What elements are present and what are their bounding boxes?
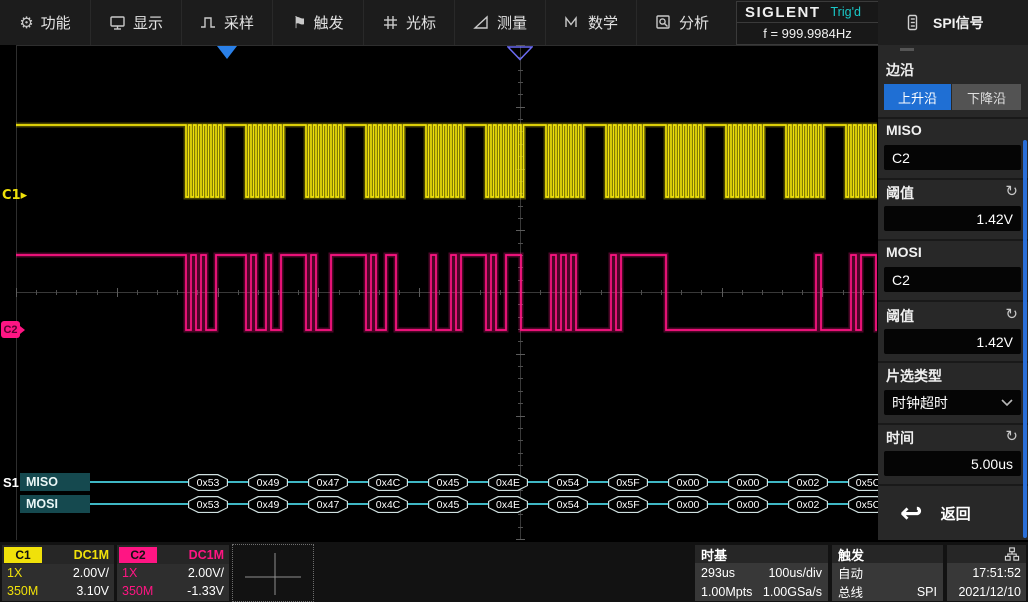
timebase-scale: 100us/div — [768, 566, 822, 580]
list-icon — [904, 14, 921, 31]
cs-type-label: 片选类型 — [886, 366, 942, 386]
refresh-icon[interactable]: ↻ — [1005, 182, 1018, 200]
decode-bubble: 0x4E — [488, 496, 528, 513]
c1-vdiv: 2.00V/ — [73, 566, 109, 580]
panel-scrollbar[interactable] — [1023, 140, 1027, 538]
c1-channel-box[interactable]: C1 DC1M 1X 2.00V/ 350M 3.10V — [2, 545, 114, 601]
back-arrow-icon: ↩ — [900, 500, 923, 527]
timeout-input[interactable]: 5.00us — [884, 451, 1021, 476]
c2-atten: 1X — [122, 566, 137, 580]
c1-offset: 3.10V — [76, 584, 109, 598]
c1-coupling: DC1M — [74, 548, 114, 562]
mosi-source-select[interactable]: C2 — [884, 267, 1021, 292]
decode-bubbles-miso: 0x53 0x49 0x47 0x4C 0x45 0x4E 0x54 0x5F 0x00 0x00… — [0, 474, 878, 491]
decode-bubble: 0x54 — [548, 474, 588, 491]
add-channel-placeholder[interactable] — [232, 544, 314, 602]
decode-bubble: 0x00 — [668, 474, 708, 491]
back-button[interactable]: ↩ 返回 — [878, 488, 1028, 538]
c2-coupling: DC1M — [189, 548, 229, 562]
decode-bubble: 0x5F — [608, 496, 648, 513]
decode-bubble: 0x00 — [728, 474, 768, 491]
mosi-label: MOSI — [886, 244, 922, 260]
panel-scroll-top-indicator — [900, 48, 914, 51]
spi-settings-panel: SPI信号 边沿 上升沿 下降沿 MISO C2 阈值 ↻ 1.42V MOSI… — [878, 0, 1028, 540]
c2-badge: C2 — [119, 547, 157, 563]
network-icon — [1004, 547, 1020, 562]
clock-time: 17:51:52 — [947, 563, 1026, 582]
decode-bubble: 0x02 — [788, 474, 828, 491]
oscilloscope-screen: ⚙ 功能 显示 采样 ⚑ 触发 光标 测量 数学 分析 — [0, 0, 1028, 602]
falling-edge-button[interactable]: 下降沿 — [952, 84, 1021, 110]
decode-bubble: 0x54 — [548, 496, 588, 513]
decode-bubbles-mosi: 0x53 0x49 0x47 0x4C 0x45 0x4E 0x54 0x5F 0x00 0x00… — [0, 496, 878, 513]
decode-bubble: 0x53 — [188, 496, 228, 513]
decode-bubble: 0x49 — [248, 496, 288, 513]
decode-bubble: 0x5F — [608, 474, 648, 491]
c1-bandwidth: 350M — [7, 584, 38, 598]
decode-bubble: 0x45 — [428, 474, 468, 491]
trigger-mode: 自动 — [838, 563, 863, 582]
datetime-box: 17:51:52 2021/12/10 — [947, 545, 1026, 601]
time-label: 时间 — [886, 428, 914, 448]
edge-label: 边沿 — [886, 60, 914, 80]
c2-channel-box[interactable]: C2 DC1M 1X 2.00V/ 350M -1.33V — [117, 545, 229, 601]
panel-title: SPI信号 — [933, 13, 984, 33]
panel-header: SPI信号 — [878, 0, 1028, 45]
decode-bubble: 0x5C — [848, 496, 878, 513]
decode-bubble: 0x49 — [248, 474, 288, 491]
chevron-down-icon — [1001, 399, 1013, 407]
rising-edge-button[interactable]: 上升沿 — [884, 84, 951, 110]
timebase-delay: 293us — [701, 566, 735, 580]
decode-bubble: 0x47 — [308, 496, 348, 513]
c2-bandwidth: 350M — [122, 584, 153, 598]
decode-bubble: 0x45 — [428, 496, 468, 513]
timebase-samplerate: 1.00GSa/s — [763, 585, 822, 599]
refresh-icon[interactable]: ↻ — [1005, 427, 1018, 445]
mosi-threshold-input[interactable]: 1.42V — [884, 329, 1021, 354]
timebase-label: 时基 — [695, 545, 828, 563]
timebase-box[interactable]: 时基 293us 100us/div 1.00Mpts 1.00GSa/s — [695, 545, 828, 601]
miso-label: MISO — [886, 122, 922, 138]
trigger-source-label: 总线 — [838, 582, 863, 601]
miso-source-select[interactable]: C2 — [884, 145, 1021, 170]
miso-threshold-label: 阈值 — [886, 183, 914, 203]
decode-bubble: 0x02 — [788, 496, 828, 513]
decode-bubble: 0x4C — [368, 474, 408, 491]
timebase-memory: 1.00Mpts — [701, 585, 752, 599]
decode-bubble: 0x5C — [848, 474, 878, 491]
decode-bubble: 0x00 — [668, 496, 708, 513]
status-bar: C1 DC1M 1X 2.00V/ 350M 3.10V C2 DC1M 1X 2.0… — [0, 540, 1028, 602]
mosi-threshold-label: 阈值 — [886, 306, 914, 326]
cs-type-value: 时钟超时 — [892, 393, 948, 413]
trigger-bus-type: SPI — [917, 585, 937, 599]
miso-threshold-input[interactable]: 1.42V — [884, 206, 1021, 231]
c2-vdiv: 2.00V/ — [188, 566, 224, 580]
clock-date: 2021/12/10 — [947, 582, 1026, 601]
trigger-box[interactable]: 触发 自动 总线 SPI — [832, 545, 943, 601]
crosshair-icon — [243, 549, 303, 597]
c1-badge: C1 — [4, 547, 42, 563]
decode-bubble: 0x4C — [368, 496, 408, 513]
c2-offset: -1.33V — [187, 584, 224, 598]
decode-layer: S1 MISO MOSI 0x530x490x470x4C0x450x4E0x5… — [0, 0, 878, 602]
cs-type-dropdown[interactable]: 时钟超时 — [884, 390, 1021, 415]
back-label: 返回 — [941, 503, 971, 524]
decode-bubble: 0x00 — [728, 496, 768, 513]
c1-atten: 1X — [7, 566, 22, 580]
decode-bubble: 0x47 — [308, 474, 348, 491]
decode-bubble: 0x4E — [488, 474, 528, 491]
trigger-label: 触发 — [832, 545, 943, 563]
refresh-icon[interactable]: ↻ — [1005, 305, 1018, 323]
decode-bubble: 0x53 — [188, 474, 228, 491]
